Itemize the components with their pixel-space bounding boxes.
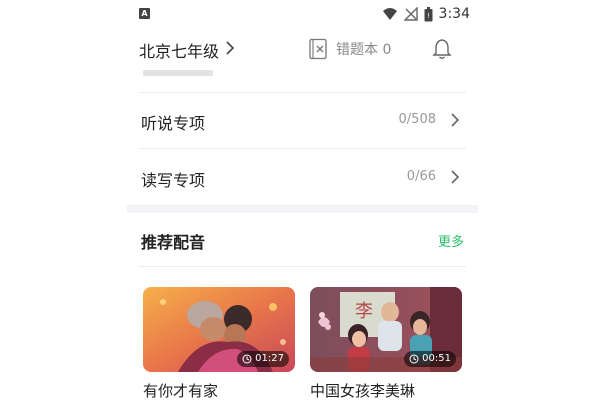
status-icons: ! 3:34 — [382, 4, 470, 24]
mistake-book-button[interactable]: 错题本 0 — [308, 36, 408, 62]
video-thumbnail[interactable]: 李 00:51 — [310, 287, 462, 372]
svg-text:!: ! — [427, 12, 430, 20]
chevron-right-icon — [451, 113, 460, 127]
clock-icon — [242, 354, 252, 364]
more-link[interactable]: 更多 — [438, 231, 464, 250]
chevron-right-icon — [451, 170, 460, 184]
duration-text: 00:51 — [422, 353, 451, 364]
bell-icon[interactable] — [431, 38, 453, 60]
list-item-title: 读写专项 — [141, 171, 206, 190]
card-title[interactable]: 中国女孩李美琳 — [310, 380, 462, 400]
svg-text:李: 李 — [355, 301, 373, 322]
video-card[interactable]: 李 00:51 中国女孩李美琳 — [310, 287, 462, 400]
grade-selector[interactable]: 北京七年级 — [139, 38, 219, 62]
mistake-book-icon — [309, 38, 327, 60]
section-divider — [127, 205, 478, 213]
card-title[interactable]: 有你才有家 — [143, 380, 295, 400]
section-title: 推荐配音 — [141, 233, 206, 252]
status-time: 3:34 — [438, 6, 470, 22]
notification-a-icon: A — [139, 8, 150, 19]
clock-icon — [409, 354, 419, 364]
divider — [139, 266, 466, 267]
video-card[interactable]: 01:27 有你才有家 — [143, 287, 295, 400]
status-bar: A ! 3:34 — [127, 0, 478, 28]
video-thumbnail[interactable]: 01:27 — [143, 287, 295, 372]
duration-badge: 01:27 — [237, 351, 289, 367]
list-item-title: 听说专项 — [141, 114, 206, 133]
list-item-listening-speaking[interactable]: 听说专项 0/508 — [139, 92, 466, 149]
list-item-reading-writing[interactable]: 读写专项 0/66 — [139, 149, 466, 206]
wifi-icon — [382, 8, 397, 20]
no-signal-icon — [403, 7, 418, 21]
duration-text: 01:27 — [255, 353, 284, 364]
battery-icon: ! — [424, 6, 433, 21]
duration-badge: 00:51 — [404, 351, 456, 367]
cut-off-text — [143, 70, 213, 76]
mistake-book-label: 错题本 0 — [336, 42, 392, 58]
list-item-count: 0/508 — [398, 112, 436, 127]
chevron-right-icon[interactable] — [223, 40, 237, 56]
partial-list-row — [139, 66, 466, 93]
list-item-count: 0/66 — [406, 169, 436, 184]
header: 北京七年级 错题本 0 — [127, 30, 478, 68]
app-screen: A ! 3:34 北京七年级 错题本 0 听说专项 0/508 读写专项 0/6… — [127, 0, 478, 400]
